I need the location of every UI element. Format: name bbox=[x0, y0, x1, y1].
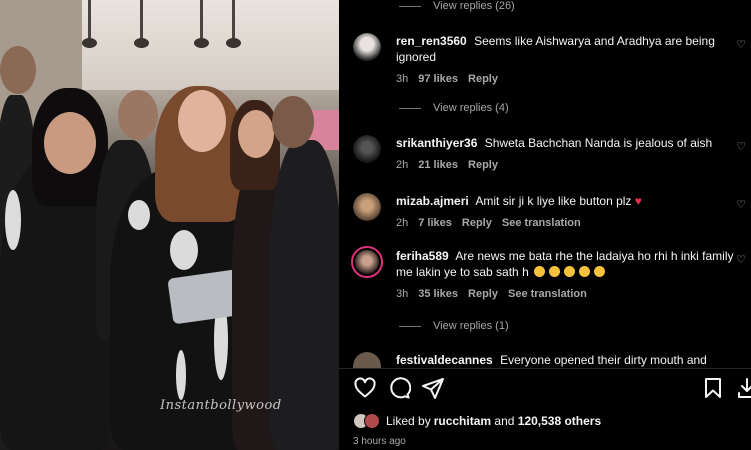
comment-like-icon[interactable]: ♡ bbox=[735, 141, 747, 153]
media-person-head bbox=[238, 110, 274, 158]
view-replies-label: View replies (4) bbox=[433, 102, 509, 114]
download-icon[interactable] bbox=[735, 376, 751, 400]
comment-meta: 2h 21 likes Reply bbox=[396, 159, 498, 171]
comment-text: mizab.ajmeri Amit sir ji k liye like but… bbox=[396, 193, 736, 209]
comment-meta: 3h 35 likes Reply See translation bbox=[396, 288, 587, 300]
media-lamp bbox=[194, 0, 209, 48]
view-replies-link[interactable]: View replies (1) bbox=[399, 320, 509, 332]
view-replies-label: View replies (1) bbox=[433, 320, 509, 332]
likes-prefix: Liked by bbox=[386, 414, 431, 428]
comment-likes[interactable]: 7 likes bbox=[418, 217, 452, 229]
liker-username[interactable]: rucchitam bbox=[434, 414, 491, 428]
comment-text: feriha589 Are news me bata rhe the ladai… bbox=[396, 248, 736, 280]
comment-text: festivaldecannes Everyone opened their d… bbox=[396, 352, 736, 368]
media-watermark: Instantbollywood bbox=[160, 398, 282, 413]
media-dress-pattern bbox=[176, 350, 186, 400]
comment-item: mizab.ajmeri Amit sir ji k liye like but… bbox=[353, 193, 747, 233]
media-person-head bbox=[272, 96, 314, 148]
media-lamp bbox=[226, 0, 241, 48]
comment-item: festivaldecannes Everyone opened their d… bbox=[353, 352, 747, 368]
comment-username[interactable]: ren_ren3560 bbox=[396, 34, 467, 48]
view-replies-link[interactable]: View replies (4) bbox=[399, 102, 509, 114]
media-person-head bbox=[118, 90, 158, 140]
action-bar bbox=[353, 376, 751, 402]
view-replies-link[interactable]: View replies (26) bbox=[399, 0, 515, 12]
comment-text: srikanthiyer36 Shweta Bachchan Nanda is … bbox=[396, 135, 736, 151]
see-translation-button[interactable]: See translation bbox=[502, 217, 581, 229]
media-person-head bbox=[178, 90, 226, 152]
avatar[interactable] bbox=[353, 193, 381, 221]
media-person-head bbox=[0, 46, 36, 94]
emoji-group bbox=[532, 265, 607, 279]
reply-line bbox=[399, 5, 421, 7]
reply-line bbox=[399, 107, 421, 109]
comment-item: srikanthiyer36 Shweta Bachchan Nanda is … bbox=[353, 135, 747, 175]
comment-meta: 3h 97 likes Reply bbox=[396, 73, 498, 85]
reply-button[interactable]: Reply bbox=[468, 159, 498, 171]
media-lamp bbox=[134, 0, 149, 48]
comment-time: 2h bbox=[396, 159, 409, 171]
comment-item: ren_ren3560 Seems like Aishwarya and Ara… bbox=[353, 33, 747, 93]
media-dress-pattern bbox=[128, 200, 150, 230]
comment-username[interactable]: mizab.ajmeri bbox=[396, 194, 469, 208]
red-heart-emoji: ♥ bbox=[634, 194, 642, 208]
comment-time: 3h bbox=[396, 288, 409, 300]
comment-likes[interactable]: 97 likes bbox=[418, 73, 458, 85]
comment-like-icon[interactable]: ♡ bbox=[735, 39, 747, 51]
laughing-emoji-icon bbox=[564, 266, 576, 277]
comment-like-icon[interactable]: ♡ bbox=[735, 199, 747, 211]
heart-icon[interactable] bbox=[353, 376, 377, 400]
comment-meta: 2h 7 likes Reply See translation bbox=[396, 217, 581, 229]
comment-username[interactable]: srikanthiyer36 bbox=[396, 136, 477, 150]
comment-item: feriha589 Are news me bata rhe the ladai… bbox=[351, 246, 747, 306]
comment-body: Amit sir ji k liye like button plz bbox=[475, 194, 632, 208]
media-person-head bbox=[44, 112, 96, 174]
reply-button[interactable]: Reply bbox=[468, 73, 498, 85]
post-timestamp[interactable]: 3 hours ago bbox=[353, 436, 406, 447]
avatar[interactable] bbox=[353, 33, 381, 61]
liker-avatar[interactable] bbox=[364, 413, 380, 429]
laughing-emoji-icon bbox=[594, 266, 606, 277]
comment-icon[interactable] bbox=[387, 376, 412, 400]
laughing-emoji-icon bbox=[549, 266, 561, 277]
likes-mid: and bbox=[491, 414, 518, 428]
share-icon[interactable] bbox=[421, 376, 445, 400]
media-dress-pattern bbox=[170, 230, 198, 270]
avatar[interactable] bbox=[353, 352, 381, 368]
bookmark-icon[interactable] bbox=[701, 376, 725, 400]
reply-line bbox=[399, 325, 421, 327]
media-lamp bbox=[82, 0, 97, 48]
comment-body: Shweta Bachchan Nanda is jealous of aish bbox=[484, 136, 713, 150]
comment-time: 2h bbox=[396, 217, 409, 229]
laughing-emoji-icon bbox=[579, 266, 591, 277]
comment-username[interactable]: festivaldecannes bbox=[396, 353, 493, 367]
laughing-emoji-icon bbox=[534, 266, 546, 277]
avatar[interactable] bbox=[353, 135, 381, 163]
comment-likes[interactable]: 21 likes bbox=[418, 159, 458, 171]
see-translation-button[interactable]: See translation bbox=[508, 288, 587, 300]
comment-time: 3h bbox=[396, 73, 409, 85]
media-ceiling bbox=[80, 0, 339, 90]
media-dress-pattern bbox=[5, 190, 21, 250]
reply-button[interactable]: Reply bbox=[462, 217, 492, 229]
comment-username[interactable]: feriha589 bbox=[396, 249, 449, 263]
comment-body: Everyone opened their dirty mouth and bbox=[500, 353, 707, 367]
comment-like-icon[interactable]: ♡ bbox=[735, 254, 747, 266]
comment-likes[interactable]: 35 likes bbox=[418, 288, 458, 300]
likes-summary: Liked by rucchitam and 120,538 others bbox=[353, 413, 601, 429]
avatar[interactable] bbox=[351, 246, 383, 278]
post-media[interactable]: Instantbollywood bbox=[0, 0, 339, 450]
likes-count[interactable]: 120,538 others bbox=[518, 414, 601, 428]
reply-button[interactable]: Reply bbox=[468, 288, 498, 300]
actions-divider bbox=[339, 368, 751, 369]
comment-text: ren_ren3560 Seems like Aishwarya and Ara… bbox=[396, 33, 736, 65]
view-replies-label: View replies (26) bbox=[433, 0, 515, 12]
